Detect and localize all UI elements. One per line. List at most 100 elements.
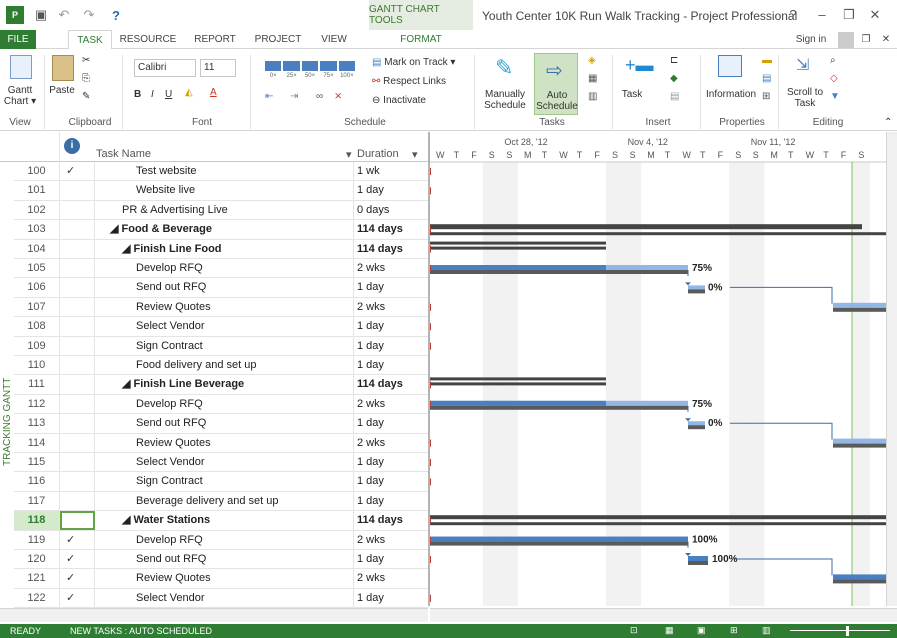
team-planner-icon[interactable]: ▣ — [697, 625, 706, 636]
add-to-timeline-icon[interactable]: ⊞ — [762, 91, 770, 102]
tab-file[interactable]: FILE — [0, 30, 36, 49]
duration-cell[interactable]: 1 day — [354, 453, 424, 471]
duration-cell[interactable]: 2 wks — [354, 434, 424, 452]
pct-0-icon[interactable] — [265, 61, 282, 71]
sign-in-link[interactable]: Sign in — [788, 30, 834, 49]
table-row[interactable]: 122 ✓ Select Vendor 1 day — [14, 588, 428, 609]
row-id-cell[interactable]: 104 — [14, 239, 60, 258]
gantt-chart-icon[interactable] — [10, 55, 32, 79]
row-id-cell[interactable]: 121 — [14, 569, 60, 588]
help-circle-icon[interactable]: ? — [107, 6, 125, 24]
row-id-cell[interactable]: 120 — [14, 550, 60, 569]
task-name-cell[interactable]: Review Quotes — [96, 569, 354, 588]
row-id-cell[interactable]: 107 — [14, 297, 60, 317]
task-name-cell[interactable]: Develop RFQ — [96, 259, 354, 278]
close-document-icon[interactable]: ✕ — [878, 30, 894, 49]
paste-icon[interactable] — [52, 55, 74, 81]
link-icon[interactable]: ∞ — [316, 91, 323, 102]
table-row[interactable]: 101 Website live 1 day — [14, 181, 428, 201]
move-icon[interactable]: ▦ — [588, 73, 597, 84]
duration-cell[interactable]: 114 days — [354, 511, 424, 529]
font-size-select[interactable]: 11 — [200, 59, 236, 77]
duration-column-header[interactable]: Duration — [357, 148, 409, 160]
row-id-cell[interactable]: 110 — [14, 356, 60, 375]
task-name-cell[interactable]: Send out RFQ — [96, 278, 354, 297]
font-color-icon[interactable]: A — [210, 87, 217, 98]
table-row[interactable]: 120 ✓ Send out RFQ 1 day — [14, 550, 428, 570]
tab-project[interactable]: PROJECT — [252, 30, 304, 49]
table-row[interactable]: 111 ◢ Finish Line Beverage 114 days — [14, 375, 428, 395]
cut-icon[interactable]: ✂ — [82, 55, 90, 66]
row-id-cell[interactable]: 118 — [14, 511, 60, 530]
pct-50-icon[interactable] — [301, 61, 319, 71]
undo-icon[interactable]: ↶ — [55, 6, 73, 24]
task-name-cell[interactable]: Website live — [96, 181, 354, 200]
pushpin-icon[interactable]: ✎ — [495, 55, 513, 81]
highlight-icon[interactable]: ◭ — [185, 87, 193, 98]
duration-cell[interactable]: 0 days — [354, 201, 424, 219]
duration-cell[interactable]: 1 day — [354, 550, 424, 568]
task-name-cell[interactable]: Send out RFQ — [96, 550, 354, 569]
table-row[interactable]: 108 Select Vendor 1 day — [14, 317, 428, 337]
row-id-cell[interactable]: 112 — [14, 394, 60, 414]
row-id-cell[interactable]: 114 — [14, 433, 60, 452]
table-row[interactable]: 100 ✓ Test website 1 wk — [14, 162, 428, 182]
row-id-cell[interactable]: 101 — [14, 181, 60, 200]
fill-icon[interactable]: ▼ — [830, 91, 840, 102]
mode-icon[interactable]: ▥ — [588, 91, 597, 102]
duration-filter-icon[interactable]: ▾ — [412, 148, 418, 161]
row-id-cell[interactable]: 116 — [14, 472, 60, 491]
minimize-button[interactable]: – — [811, 5, 833, 25]
auto-schedule-button[interactable]: ⇨ Auto Schedule — [534, 53, 578, 115]
task-name-cell[interactable]: Develop RFQ — [96, 394, 354, 414]
zoom-slider[interactable] — [790, 630, 890, 631]
indicators-column-icon[interactable]: i — [64, 138, 80, 154]
table-row[interactable]: 112 Develop RFQ 2 wks — [14, 394, 428, 415]
duration-cell[interactable]: 2 wks — [354, 569, 424, 587]
duration-cell[interactable]: 2 wks — [354, 259, 424, 277]
task-name-cell[interactable]: ◢ Finish Line Beverage — [96, 375, 354, 394]
sort-arrow-icon[interactable]: ▾ — [346, 148, 352, 161]
row-id-cell[interactable]: 105 — [14, 259, 60, 278]
row-id-cell[interactable]: 109 — [14, 336, 60, 355]
row-id-cell[interactable]: 100 — [14, 162, 60, 181]
task-name-cell[interactable]: Food delivery and set up — [96, 356, 354, 375]
ribbon-display-icon[interactable]: ❐ — [858, 30, 874, 49]
indent-icon[interactable]: ⇥ — [290, 91, 298, 102]
duration-cell[interactable]: 2 wks — [354, 395, 424, 413]
duration-cell[interactable]: 1 day — [354, 317, 424, 335]
table-row[interactable]: 107 Review Quotes 2 wks — [14, 297, 428, 318]
row-id-cell[interactable]: 113 — [14, 414, 60, 433]
gantt-chart-button-label[interactable]: Gantt Chart ▾ — [0, 85, 40, 107]
scroll-to-task-icon[interactable]: ⇲ — [796, 55, 809, 75]
task-name-cell[interactable]: Select Vendor — [96, 317, 354, 336]
duration-cell[interactable]: 1 day — [354, 472, 424, 490]
inspect-icon[interactable]: ◈ — [588, 55, 596, 66]
mark-on-track-button[interactable]: ▤ Mark on Track ▾ — [372, 57, 455, 68]
task-name-cell[interactable]: Sign Contract — [96, 472, 354, 491]
row-id-cell[interactable]: 103 — [14, 220, 60, 239]
row-id-cell[interactable]: 122 — [14, 588, 60, 608]
copy-icon[interactable]: ⎘ — [82, 73, 90, 84]
row-id-cell[interactable]: 119 — [14, 530, 60, 549]
font-name-select[interactable]: Calibri — [134, 59, 196, 77]
task-name-cell[interactable]: PR & Advertising Live — [96, 200, 354, 220]
tab-task[interactable]: TASK — [68, 30, 112, 50]
pct-100-icon[interactable] — [338, 61, 356, 71]
task-button-label[interactable]: Task — [614, 89, 650, 100]
clear-icon[interactable]: ◇ — [830, 73, 838, 84]
row-id-cell[interactable]: 115 — [14, 453, 60, 472]
bold-icon[interactable]: B — [134, 89, 141, 100]
duration-cell[interactable]: 2 wks — [354, 531, 424, 549]
table-row[interactable]: 121 ✓ Review Quotes 2 wks — [14, 569, 428, 589]
new-tasks-status[interactable]: NEW TASKS : AUTO SCHEDULED — [70, 626, 212, 636]
tab-view[interactable]: VIEW — [316, 30, 352, 49]
deliverable-icon[interactable]: ▤ — [670, 91, 679, 102]
save-icon[interactable]: ▣ — [32, 6, 50, 24]
restore-button[interactable]: ❐ — [838, 5, 860, 25]
table-row[interactable]: 119 ✓ Develop RFQ 2 wks — [14, 530, 428, 550]
task-name-column-header[interactable]: Task Name — [96, 148, 354, 160]
duration-cell[interactable]: 2 wks — [354, 298, 424, 316]
milestone-icon[interactable]: ◆ — [670, 73, 678, 84]
table-row[interactable]: 103 ◢ Food & Beverage 114 days — [14, 220, 428, 240]
